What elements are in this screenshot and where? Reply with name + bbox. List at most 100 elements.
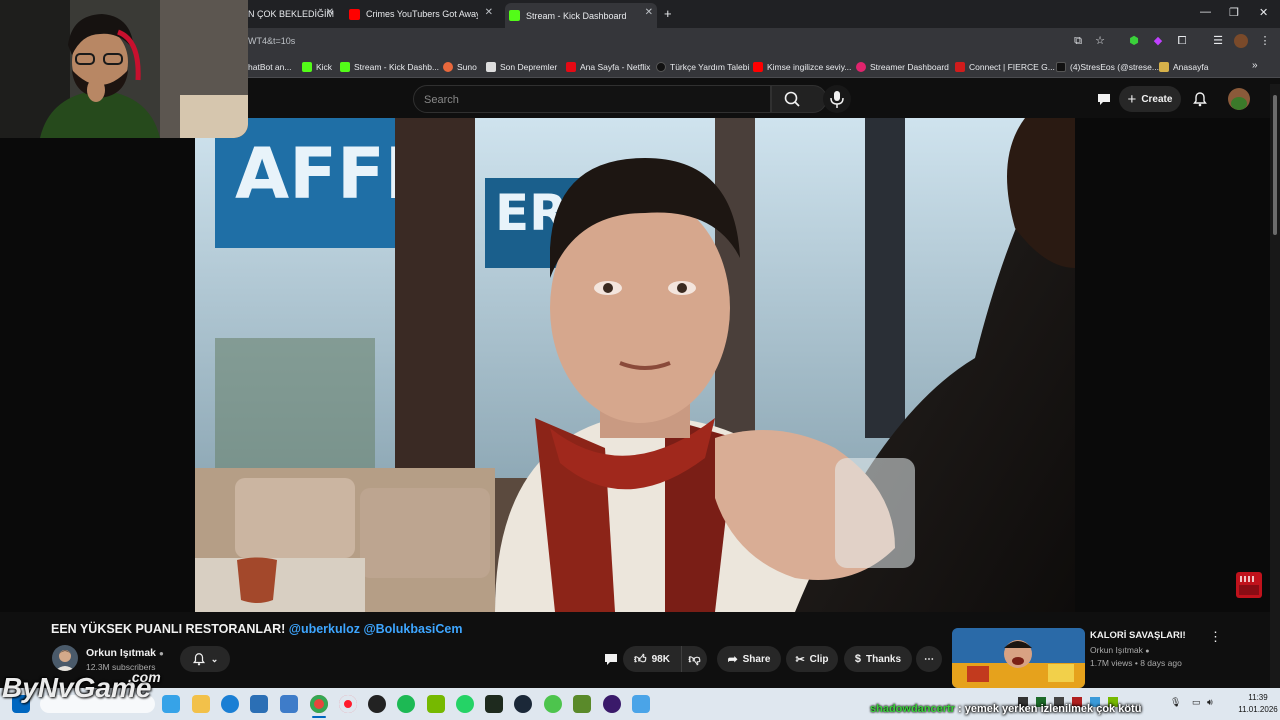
spotify-icon[interactable] (397, 695, 415, 713)
bookmark-label: Anasayfa (1173, 61, 1209, 72)
voice-search-button[interactable] (823, 85, 851, 113)
tab-3-active[interactable]: Stream - Kick Dashboard ✕ (505, 3, 657, 28)
close-window-icon[interactable]: ✕ (1259, 6, 1268, 19)
video-title-mentions[interactable]: @uberkuloz @BolukbasiCem (289, 622, 463, 636)
tab-2[interactable]: Crimes YouTubers Got Away W ✕ (349, 3, 497, 25)
browser-menu-icon[interactable]: ⋮ (1258, 34, 1272, 48)
create-button[interactable]: + Create (1119, 86, 1181, 112)
thumbs-down-icon: 👎︎ (688, 651, 701, 666)
ask-ai-icon[interactable] (603, 651, 619, 667)
app-circle-icon[interactable] (603, 695, 621, 713)
thumbs-up-icon: 👍︎ (634, 651, 647, 666)
edge-icon[interactable] (221, 695, 239, 713)
widgets-icon[interactable] (162, 695, 180, 713)
bookmark-label: Kimse ingilizce seviy... (767, 61, 852, 72)
minecraft-icon[interactable] (573, 695, 591, 713)
taskbar-clock-time[interactable]: 11:39 (1240, 693, 1276, 702)
bookmark-item[interactable]: Stream - Kick Dashb... (340, 60, 439, 73)
profile-avatar-icon[interactable] (1234, 34, 1248, 48)
more-actions-button[interactable]: ⋯ (916, 646, 942, 672)
volume-icon[interactable]: 🔊︎ (1207, 697, 1213, 708)
bookmark-item[interactable]: Türkçe Yardım Talebi (656, 60, 749, 73)
channel-name-text: Orkun Işıtmak (86, 647, 157, 659)
whatsapp-icon[interactable] (456, 695, 474, 713)
install-app-icon[interactable]: ⧉ (1071, 34, 1085, 48)
close-tab-icon[interactable]: ✕ (326, 7, 334, 18)
outlook-icon[interactable] (280, 695, 298, 713)
bookmark-item[interactable]: hatBot an... (248, 60, 291, 73)
new-tab-button[interactable]: + (664, 6, 672, 21)
search-button[interactable] (771, 85, 827, 113)
kick-icon (302, 61, 312, 72)
bookmark-star-icon[interactable]: ☆ (1093, 34, 1107, 48)
bookmark-item[interactable]: Anasayfa (1159, 60, 1208, 73)
bookmark-label: Streamer Dashboard (870, 61, 949, 72)
bookmark-item[interactable]: Kimse ingilizce seviy... (753, 60, 851, 73)
channel-name[interactable]: Orkun Işıtmak ● (86, 647, 164, 659)
obs-icon[interactable] (368, 695, 386, 713)
steam-icon[interactable] (514, 695, 532, 713)
taskbar-clock-date[interactable]: 11.01.2026 (1236, 705, 1280, 714)
streamer-webcam (0, 0, 248, 138)
url-field[interactable]: WT4&t=10s (248, 36, 295, 46)
dislike-button[interactable]: 👎︎ (681, 646, 707, 672)
chrome-icon[interactable] (310, 695, 328, 713)
minimize-icon[interactable]: — (1200, 6, 1211, 18)
file-explorer-icon[interactable] (192, 695, 210, 713)
store-icon[interactable] (250, 695, 268, 713)
bookmark-label: (4)StresEos (@strese... (1070, 61, 1159, 72)
share-button[interactable]: ➦ Share (717, 646, 781, 672)
app-icon[interactable] (544, 695, 562, 713)
extension-puzzle-icon[interactable]: ◆ (1151, 34, 1165, 48)
subscribe-watermark-icon[interactable] (1236, 572, 1262, 598)
bookmark-item[interactable]: Suno (443, 60, 477, 73)
video-frame-image: AFFE ER (195, 118, 1075, 612)
bookmark-label: Suno (457, 61, 477, 72)
opera-icon[interactable] (339, 695, 357, 713)
close-tab-icon[interactable]: ✕ (485, 7, 493, 18)
nvidia-icon[interactable] (427, 695, 445, 713)
network-icon[interactable]: ▭ (1192, 697, 1201, 708)
bookmark-label: hatBot an... (248, 61, 292, 72)
microphone-tray-icon[interactable]: 🎙︎ (1170, 697, 1181, 708)
search-input[interactable] (424, 92, 754, 108)
plus-icon: + (664, 6, 672, 21)
bookmark-label: Ana Sayfa - Netflix (580, 61, 651, 72)
kick-favicon-icon (509, 10, 520, 21)
recommended-thumbnail[interactable] (952, 628, 1085, 688)
plus-icon: + (1127, 90, 1137, 108)
like-count: 98K (651, 653, 670, 665)
tab-title: Crimes YouTubers Got Away W (366, 9, 478, 19)
bookmark-item[interactable]: Son Depremler (486, 60, 557, 73)
extension-shield-icon[interactable]: ⬢ (1127, 34, 1141, 48)
recommended-title[interactable]: KALORİ SAVAŞLARI! (1090, 630, 1186, 641)
subscription-bell-button[interactable]: ⌄ (180, 646, 230, 672)
bookmark-item[interactable]: Streamer Dashboard (856, 60, 949, 73)
recommended-menu-icon[interactable]: ⋮ (1209, 629, 1222, 645)
bell-icon (192, 653, 205, 666)
recommended-channel[interactable]: Orkun Işıtmak ● (1090, 645, 1150, 655)
thanks-button[interactable]: $ Thanks (844, 646, 912, 672)
scrollbar-thumb[interactable] (1273, 95, 1277, 235)
video-frame[interactable]: AFFE ER (195, 118, 1075, 612)
kick-studio-icon[interactable] (485, 695, 503, 713)
notifications-bell-icon[interactable] (1192, 91, 1208, 107)
extensions-icon[interactable]: ⧠ (1175, 34, 1189, 48)
bookmark-item[interactable]: Kick (302, 60, 332, 73)
home-icon (1159, 61, 1169, 72)
bookmark-item[interactable]: Connect | FIERCE G... (955, 60, 1055, 73)
restore-icon[interactable]: ❐ (1229, 6, 1239, 19)
channel-avatar[interactable] (52, 645, 78, 671)
account-avatar[interactable] (1228, 88, 1250, 110)
chat-sparkle-icon[interactable] (1096, 91, 1112, 107)
media-controls-icon[interactable]: ☰ (1211, 34, 1225, 48)
clip-button[interactable]: ✂ Clip (786, 646, 838, 672)
close-tab-icon[interactable]: ✕ (645, 7, 653, 18)
bookmark-item[interactable]: (4)StresEos (@strese... (1056, 60, 1159, 73)
tab-1[interactable]: N ÇOK BEKLEDİĞİM ✕ (248, 3, 338, 25)
stream-chat-overlay: shadowdancertr : yemek yerken izlenilmek… (870, 703, 1141, 715)
like-button[interactable]: 👍︎ 98K (623, 646, 681, 672)
bookmark-item[interactable]: Ana Sayfa - Netflix (566, 60, 650, 73)
editor-icon[interactable] (632, 695, 650, 713)
more-bookmarks-icon[interactable]: » (1252, 60, 1258, 71)
